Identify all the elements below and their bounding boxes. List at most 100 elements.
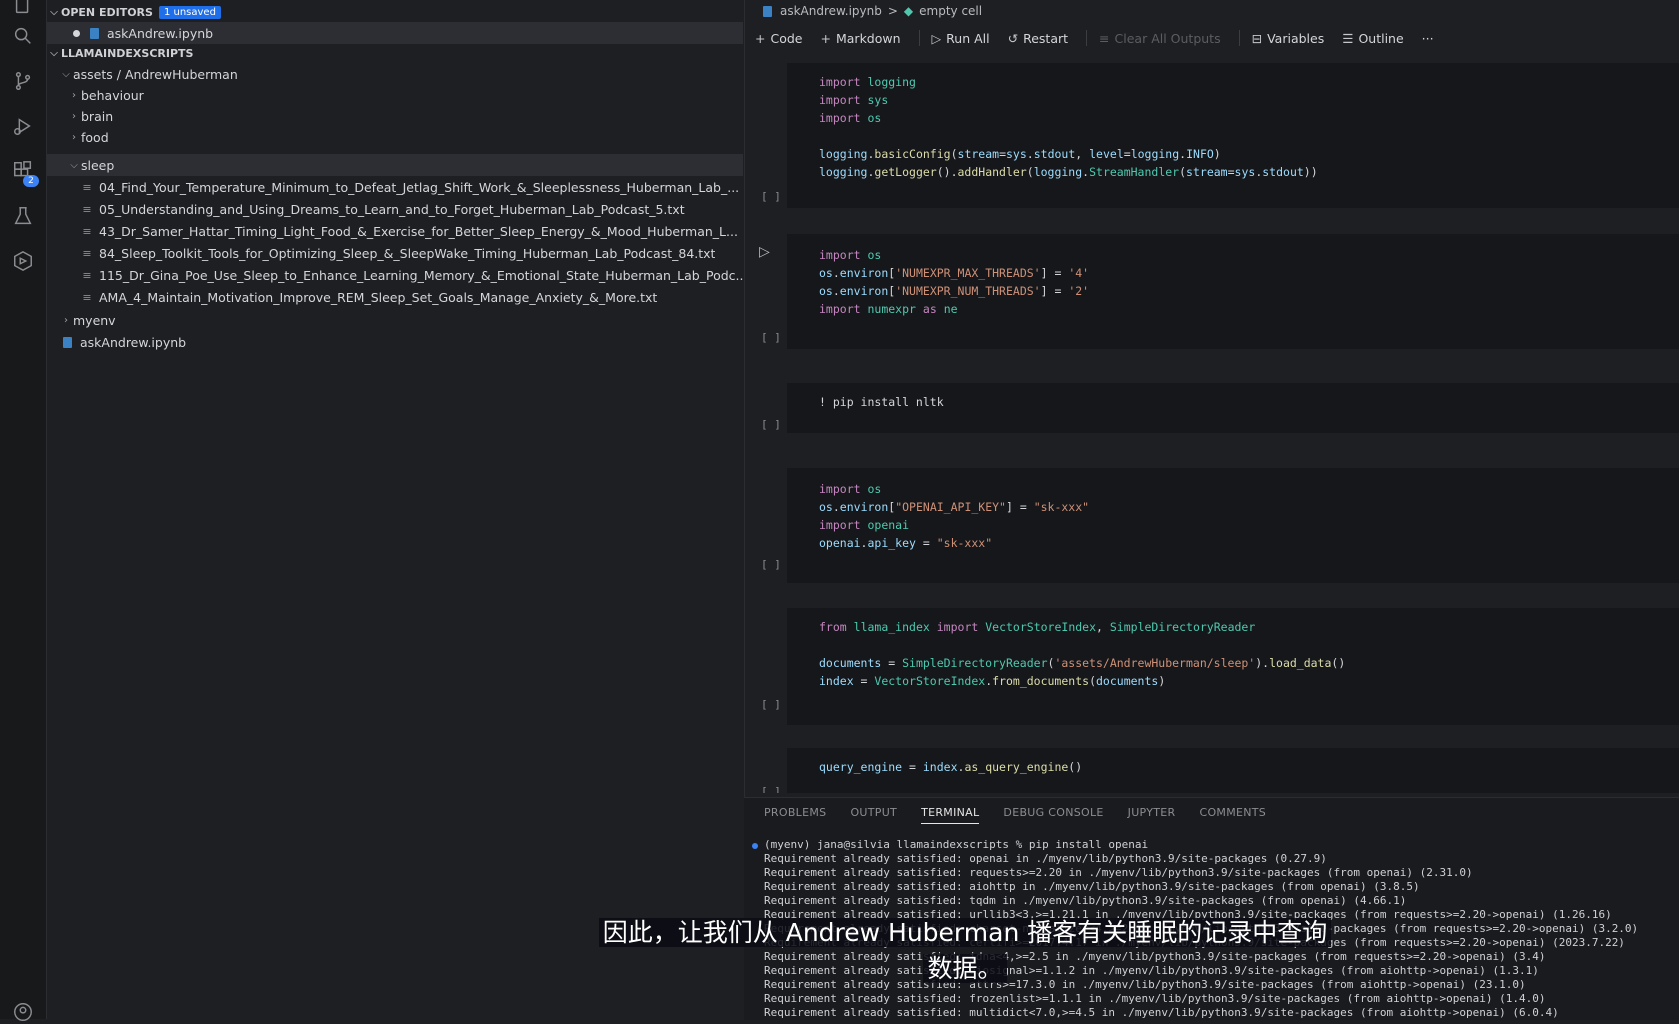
play-icon: ▷ [931,30,942,46]
notebook-icon [90,27,99,39]
code-cell[interactable]: query_engine = index.as_query_engine() [787,748,1679,793]
cell-code: ! pip install nltk [819,395,944,409]
folder-sleep[interactable]: ⌵ sleep [47,154,743,176]
subtitle-line-1: 因此，让我们从 Andrew Huberman 播客有关睡眠的记录中查询 [598,918,1332,947]
toolbar-divider [1086,30,1088,46]
clear-icon: ≡ [1099,30,1110,46]
video-subtitle: 因此，让我们从 Andrew Huberman 播客有关睡眠的记录中查询 数据。 [560,915,1370,987]
cell-execution-count: [ ] [761,558,781,571]
extensions-icon[interactable]: 2 [11,159,39,187]
cell-icon: ◆ [903,4,914,18]
notebook-icon [763,5,772,17]
more-actions-button[interactable]: ··· [1422,31,1434,46]
account-icon[interactable] [11,1000,35,1024]
text-file-icon: ≡ [82,290,92,304]
code-cell[interactable]: import logging import sys import os logg… [787,63,1679,208]
variables-button[interactable]: ⊟ Variables [1252,31,1325,46]
testing-icon[interactable] [11,204,35,228]
text-file-icon: ≡ [82,268,92,282]
breadcrumb: askAndrew.ipynb > ◆ empty cell [763,4,982,18]
chevron-right-icon: › [72,110,76,122]
unsaved-dot-icon [73,29,80,37]
tab-terminal[interactable]: TERMINAL [921,806,980,824]
plus-icon: + [820,30,831,46]
cell-execution-count: [ ] [761,190,781,203]
notebook-toolbar: + Code + Markdown ▷ Run All ↺ Restart ≡ Clear… [755,26,1452,50]
folder-brain[interactable]: › brain [47,105,743,127]
cell-code: from llama_index import VectorStoreIndex… [819,620,1346,688]
cell-code: query_engine = index.as_query_engine() [819,760,1083,774]
tab-jupyter[interactable]: JUPYTER [1128,806,1176,824]
file-item[interactable]: ≡ 05_Understanding_and_Using_Dreams_to_L… [47,198,743,220]
terminal-line: Requirement already satisfied: aiohttp i… [764,880,1420,893]
terminal-line: Requirement already satisfied: frozenlis… [764,992,1546,1005]
chevron-down-icon: ⌵ [62,68,70,80]
chevron-right-icon: › [64,314,68,326]
breadcrumb-cell[interactable]: empty cell [919,4,982,18]
file-item[interactable]: ≡ 43_Dr_Samer_Hattar_Timing_Light_Food_&… [47,220,743,242]
text-file-icon: ≡ [82,224,92,238]
restart-icon: ↺ [1007,30,1019,46]
chevron-down-icon: ⌵ [50,47,58,59]
file-item[interactable]: ≡ 84_Sleep_Toolkit_Tools_for_Optimizing_… [47,242,743,264]
activity-bar: 2 [0,0,47,1021]
tab-comments[interactable]: COMMENTS [1199,806,1266,824]
toolbar-divider [918,30,920,46]
panel-tabs: PROBLEMS OUTPUT TERMINAL DEBUG CONSOLE J… [764,806,1266,824]
add-code-button[interactable]: + Code [755,31,803,46]
add-markdown-button[interactable]: + Markdown [821,31,901,46]
plus-icon: + [755,30,766,46]
remote-explorer-icon[interactable] [11,249,35,273]
chevron-down-icon: ⌵ [70,159,78,171]
breadcrumb-separator: > [887,4,898,18]
file-item[interactable]: ≡ 115_Dr_Gina_Poe_Use_Sleep_to_Enhance_L… [47,264,743,286]
code-cell[interactable]: from llama_index import VectorStoreIndex… [787,608,1679,725]
command-status-icon [752,843,758,849]
search-icon[interactable] [11,24,35,48]
subtitle-line-2: 数据。 [923,954,1007,983]
cell-execution-count: [ ] [761,785,781,793]
file-item[interactable]: ≡ AMA_4_Maintain_Motivation_Improve_REM_… [47,286,743,308]
text-file-icon: ≡ [82,246,92,260]
open-editor-item[interactable]: askAndrew.ipynb [47,22,743,44]
terminal-line: Requirement already satisfied: openai in… [764,852,1327,865]
notebook-icon [63,336,72,348]
cell-execution-count: [ ] [761,418,781,431]
terminal-line: Requirement already satisfied: requests>… [764,866,1473,879]
open-editors-header[interactable]: ⌵ OPEN EDITORS 1 unsaved [47,2,221,22]
cell-code: import os os.environ["OPENAI_API_KEY"] =… [819,482,1090,550]
outline-button[interactable]: ☰ Outline [1342,31,1403,46]
unsaved-badge: 1 unsaved [158,5,221,19]
terminal-line: Requirement already satisfied: multidict… [764,1006,1559,1019]
toolbar-divider [1238,30,1240,46]
explorer-panel: ⌵ OPEN EDITORS 1 unsaved askAndrew.ipynb… [47,0,743,1019]
cell-code: import os os.environ['NUMEXPR_MAX_THREAD… [819,248,1090,316]
breadcrumb-file[interactable]: askAndrew.ipynb [780,4,882,18]
folder-myenv[interactable]: › myenv [47,309,743,331]
extensions-badge: 2 [23,175,39,187]
code-cell[interactable]: import os os.environ["OPENAI_API_KEY"] =… [787,468,1679,583]
run-cell-icon[interactable]: ▷ [759,244,770,260]
cell-execution-count: [ ] [761,698,781,711]
chevron-right-icon: › [72,89,76,101]
code-cell[interactable]: import os os.environ['NUMEXPR_MAX_THREAD… [787,234,1679,349]
project-header[interactable]: ⌵ LLAMAINDEXSCRIPTS [47,43,193,63]
code-cell[interactable]: ! pip install nltk [787,383,1679,433]
cell-execution-count: [ ] [761,331,781,344]
cells-area: import logging import sys import os logg… [745,58,1679,793]
folder-food[interactable]: › food [47,126,743,148]
explorer-icon[interactable] [11,0,35,18]
tab-debug-console[interactable]: DEBUG CONSOLE [1003,806,1103,824]
clear-outputs-button[interactable]: ≡ Clear All Outputs [1099,31,1221,46]
text-file-icon: ≡ [82,180,92,194]
folder-behaviour[interactable]: › behaviour [47,84,743,106]
tab-output[interactable]: OUTPUT [850,806,897,824]
folder-assets[interactable]: ⌵ assets / AndrewHuberman [47,63,743,85]
file-item[interactable]: ≡ 04_Find_Your_Temperature_Minimum_to_De… [47,176,743,198]
source-control-icon[interactable] [11,69,35,93]
run-all-button[interactable]: ▷ Run All [932,31,990,46]
file-item-notebook[interactable]: askAndrew.ipynb [47,331,743,353]
tab-problems[interactable]: PROBLEMS [764,806,826,824]
run-debug-icon[interactable] [11,114,35,138]
restart-button[interactable]: ↺ Restart [1008,31,1068,46]
